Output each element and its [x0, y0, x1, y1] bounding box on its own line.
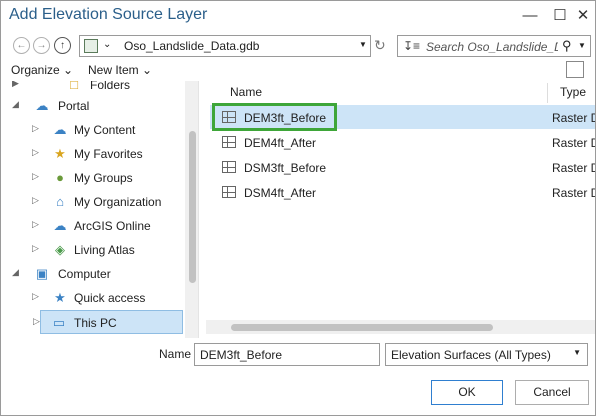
sidebar-scrollbar-thumb[interactable] — [189, 131, 196, 283]
sidebar-item-this-pc[interactable]: ▷ ▭ This PC — [33, 310, 183, 334]
cloud-user-icon: ☁ — [53, 122, 67, 137]
sidebar-item-my-groups[interactable]: ▷ ● My Groups — [2, 166, 186, 190]
file-name: DSM3ft_Before — [244, 161, 327, 175]
address-dropdown-icon[interactable]: ▼ — [359, 40, 367, 49]
file-row[interactable]: DSM4ft_After Raster Dataset — [210, 180, 595, 204]
sidebar-item-my-content[interactable]: ▷ ☁ My Content — [2, 118, 186, 142]
file-type: Raster Dataset — [552, 111, 595, 125]
ok-button[interactable]: OK — [431, 380, 503, 405]
arcgis-online-icon: ☁ — [53, 218, 67, 233]
highlight-frame — [212, 103, 337, 131]
sidebar-item-computer[interactable]: ◢ ▣ Computer — [2, 262, 186, 286]
sidebar-item-label: Computer — [58, 267, 111, 281]
sort-icon[interactable]: ↧≡ — [403, 39, 420, 53]
sidebar-item-portal[interactable]: ◢ ☁ Portal — [2, 94, 186, 118]
file-type: Raster Dataset — [552, 186, 595, 200]
chevron-down-icon[interactable]: ⌄ — [103, 39, 111, 50]
filter-select[interactable]: Elevation Surfaces (All Types) ▼ — [385, 343, 588, 366]
sidebar-item-arcgis-online[interactable]: ▷ ☁ ArcGIS Online — [2, 214, 186, 238]
organize-menu[interactable]: Organize ⌄ — [11, 63, 73, 77]
sidebar-item-my-favorites[interactable]: ▷ ★ My Favorites — [2, 142, 186, 166]
expand-icon[interactable]: ▶ — [12, 81, 19, 89]
refresh-icon[interactable]: ↻ — [374, 37, 390, 55]
search-box[interactable]: ↧≡ Search Oso_Landslide_Data.gdb ⚲ ▼ — [397, 35, 591, 57]
address-bar[interactable]: ⌄ Oso_Landslide_Data.gdb ▼ — [79, 35, 371, 57]
expand-icon[interactable]: ▷ — [32, 123, 39, 134]
sidebar-item-label: My Groups — [74, 171, 133, 185]
sidebar-item-quick-access[interactable]: ▷ ★ Quick access — [2, 286, 186, 310]
file-name: DSM4ft_After — [244, 186, 317, 200]
raster-icon — [222, 136, 236, 148]
sidebar-item-label: My Content — [74, 123, 136, 137]
file-list-scrollbar[interactable] — [206, 320, 595, 334]
living-atlas-icon: ◈ — [55, 242, 65, 257]
sidebar-item-label: My Organization — [74, 195, 162, 209]
expand-icon[interactable]: ▷ — [32, 171, 39, 182]
expand-icon[interactable]: ▷ — [32, 195, 39, 206]
search-icon[interactable]: ⚲ — [562, 38, 572, 54]
view-options-icon[interactable] — [566, 61, 584, 78]
sidebar-item-my-organization[interactable]: ▷ ⌂ My Organization — [2, 190, 186, 214]
filter-select-value: Elevation Surfaces (All Types) — [391, 348, 551, 362]
name-field[interactable]: DEM3ft_Before — [194, 343, 380, 366]
cancel-button[interactable]: Cancel — [515, 380, 589, 405]
sidebar-item-label: ArcGIS Online — [74, 219, 151, 233]
navigation-pane: ▶ □ Folders ◢ ☁ Portal ▷ ☁ My Content ▷ … — [2, 81, 199, 338]
expand-icon[interactable]: ▷ — [32, 291, 39, 302]
dialog-title: Add Elevation Source Layer — [9, 6, 208, 23]
expand-icon[interactable]: ▷ — [32, 147, 39, 158]
file-list-scrollbar-thumb[interactable] — [231, 324, 493, 331]
column-header-name[interactable]: Name — [230, 85, 262, 99]
name-label: Name — [159, 347, 192, 361]
geodatabase-icon — [84, 39, 98, 53]
organization-icon: ⌂ — [56, 194, 64, 209]
file-type: Raster Dataset — [552, 161, 595, 175]
forward-arrow-icon[interactable]: → — [33, 37, 50, 54]
star-icon: ★ — [54, 146, 66, 161]
sidebar-item-label: This PC — [74, 316, 117, 330]
file-list: Name Type DEM3ft_Before Raster Dataset D… — [206, 81, 595, 338]
column-divider[interactable] — [547, 83, 548, 103]
column-header-type[interactable]: Type — [560, 85, 586, 99]
file-row[interactable]: DSM3ft_Before Raster Dataset — [210, 155, 595, 179]
collapse-icon[interactable]: ◢ — [12, 267, 19, 278]
add-elevation-source-dialog: Add Elevation Source Layer — ☐ ✕ ← → ↑ ⌄… — [0, 0, 596, 416]
groups-icon: ● — [56, 170, 64, 185]
title-bar: Add Elevation Source Layer — ☐ ✕ — [1, 1, 595, 31]
file-name: DEM4ft_After — [244, 136, 317, 150]
sidebar-item-label: Portal — [58, 99, 90, 113]
file-row[interactable]: DEM4ft_After Raster Dataset — [210, 130, 595, 154]
address-path: Oso_Landslide_Data.gdb — [124, 39, 260, 53]
search-input[interactable]: Search Oso_Landslide_Data.gdb — [426, 40, 558, 54]
computer-icon: ▣ — [35, 266, 49, 281]
chevron-down-icon[interactable]: ▼ — [573, 348, 581, 357]
address-row: ← → ↑ ⌄ Oso_Landslide_Data.gdb ▼ ↻ ↧≡ Se… — [1, 33, 595, 61]
expand-icon[interactable]: ▷ — [32, 219, 39, 230]
close-button[interactable]: ✕ — [568, 3, 596, 29]
back-arrow-icon[interactable]: ← — [13, 37, 30, 54]
star-icon: ★ — [54, 290, 66, 305]
expand-icon[interactable]: ▷ — [33, 316, 40, 327]
new-item-menu[interactable]: New Item ⌄ — [88, 63, 152, 77]
raster-icon — [222, 161, 236, 173]
collapse-icon[interactable]: ◢ — [12, 99, 19, 110]
sidebar-item-label: My Favorites — [74, 147, 143, 161]
search-options-icon[interactable]: ▼ — [578, 41, 586, 50]
file-type: Raster Dataset — [552, 136, 595, 150]
toolbar: Organize ⌄ New Item ⌄ — [1, 61, 595, 81]
raster-icon — [222, 186, 236, 198]
sidebar-scrollbar[interactable] — [185, 81, 198, 338]
expand-icon[interactable]: ▷ — [32, 243, 39, 254]
sidebar-item-living-atlas[interactable]: ▷ ◈ Living Atlas — [2, 238, 186, 262]
up-arrow-icon[interactable]: ↑ — [54, 37, 71, 54]
sidebar-item-label: Folders — [90, 81, 131, 92]
sidebar-item-label: Quick access — [74, 291, 146, 305]
monitor-icon: ▭ — [52, 315, 66, 330]
folder-icon: □ — [70, 81, 78, 92]
minimize-button[interactable]: — — [515, 3, 545, 29]
sidebar-item-label: Living Atlas — [74, 243, 135, 257]
cloud-icon: ☁ — [35, 98, 49, 113]
